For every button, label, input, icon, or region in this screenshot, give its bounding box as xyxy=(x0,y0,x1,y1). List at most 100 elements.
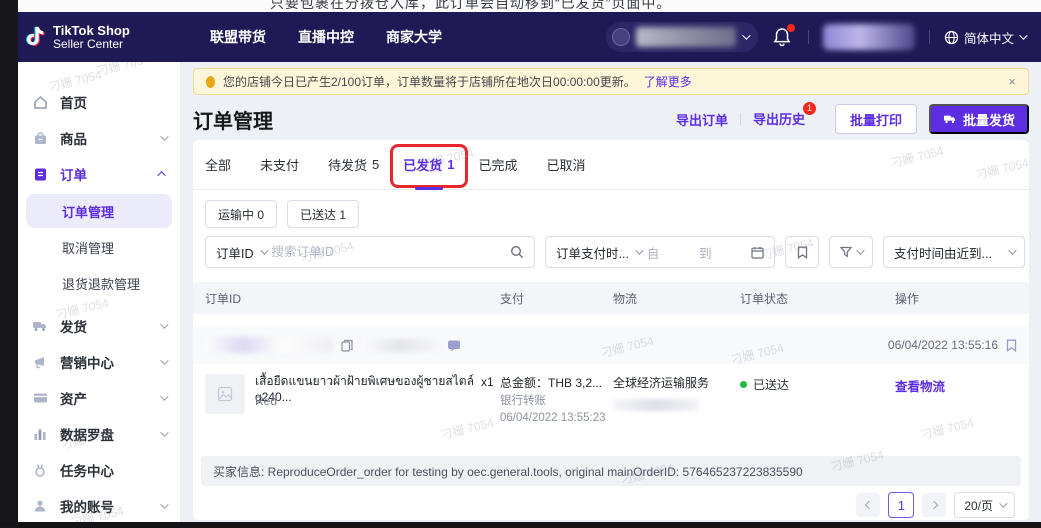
megaphone-icon xyxy=(32,354,48,370)
chevron-down-icon xyxy=(160,356,168,364)
chevron-down-icon xyxy=(260,246,268,254)
redacted-shop-name xyxy=(636,27,736,47)
view-logistics-link[interactable]: 查看物流 xyxy=(895,376,945,395)
main-content: 您的店铺今日已产生2/100订单，订单数量将于店铺所在地次日00:00:00更新… xyxy=(180,62,1041,528)
flag-icon[interactable] xyxy=(1006,339,1017,352)
tab-to-ship[interactable]: 待发货5 xyxy=(328,140,379,190)
date-to-placeholder[interactable]: 到 xyxy=(699,243,712,262)
notification-dot xyxy=(787,24,795,32)
chevron-down-icon xyxy=(160,132,168,140)
tab-all[interactable]: 全部 xyxy=(205,140,236,190)
sidebar-item-cancellation-management[interactable]: 取消管理 xyxy=(26,230,172,264)
nav-seller-university[interactable]: 商家大学 xyxy=(386,27,442,47)
sidebar-item-assets[interactable]: 资产 xyxy=(18,380,180,416)
sort-label: 支付时间由近到... xyxy=(894,243,992,262)
learn-more-link[interactable]: 了解更多 xyxy=(644,73,692,90)
saved-filter-button[interactable] xyxy=(785,236,819,268)
ship-truck-icon xyxy=(943,113,957,125)
logo-text: TikTok Shop Seller Center xyxy=(53,24,130,50)
tiktok-logo-icon xyxy=(24,25,46,49)
tab-cancelled[interactable]: 已取消 xyxy=(547,140,591,190)
notification-banner: 您的店铺今日已产生2/100订单，订单数量将于店铺所在地次日00:00:00更新… xyxy=(193,68,1029,95)
shipping-sub-filters: 运输中 0 已送达 1 xyxy=(205,200,359,228)
sidebar-item-orders[interactable]: 订单 xyxy=(18,156,180,192)
orders-card: 全部 未支付 待发货5 已发货1 已完成 已取消 运输中 0 已送达 1 订单I… xyxy=(193,140,1029,520)
tab-unpaid[interactable]: 未支付 xyxy=(260,140,304,190)
product-thumbnail[interactable] xyxy=(205,374,245,414)
products-icon xyxy=(32,130,48,146)
logo-line2: Seller Center xyxy=(53,38,130,51)
chevron-down-icon xyxy=(160,320,168,328)
nav-live-console[interactable]: 直播中控 xyxy=(298,27,354,47)
chevron-down-icon xyxy=(999,499,1007,507)
date-range-picker[interactable]: 订单支付时... 自 到 xyxy=(545,236,775,268)
sidebar-item-order-management[interactable]: 订单管理 xyxy=(26,194,172,228)
screen-left-edge xyxy=(0,0,18,528)
user-icon xyxy=(32,498,48,514)
language-label: 简体中文 xyxy=(964,28,1014,47)
globe-icon xyxy=(944,30,959,45)
sidebar-item-shipping[interactable]: 发货 xyxy=(18,308,180,344)
sidebar-item-products[interactable]: 商品 xyxy=(18,120,180,156)
copy-icon[interactable] xyxy=(341,339,353,352)
next-page-button[interactable] xyxy=(922,493,946,517)
tab-completed[interactable]: 已完成 xyxy=(479,140,523,190)
sidebar-item-return-refund[interactable]: 退货退款管理 xyxy=(26,266,172,300)
total-value: THB 3,2... xyxy=(548,376,602,390)
notifications-button[interactable] xyxy=(772,26,794,48)
nav-affiliate[interactable]: 联盟带货 xyxy=(210,27,266,47)
chevron-left-icon xyxy=(865,501,873,509)
export-history-link[interactable]: 导出历史 xyxy=(753,112,805,127)
payment-cell: 总金额：THB 3,2... 银行转账 06/04/2022 13:55:23 xyxy=(500,374,610,428)
close-icon[interactable]: × xyxy=(1008,74,1016,89)
sidebar-item-home[interactable]: 首页 xyxy=(18,84,180,120)
order-status-cell: 已送达 xyxy=(740,376,789,393)
product-name[interactable]: เสื้อยืดแขนยาวผ้าฝ้ายพิเศษของผู้ชายสไตล์… xyxy=(255,374,485,405)
search-type-label[interactable]: 订单ID xyxy=(216,243,254,262)
batch-print-button[interactable]: 批量打印 xyxy=(835,104,917,134)
banner-text: 您的店铺今日已产生2/100订单，订单数量将于店铺所在地次日00:00:00更新… xyxy=(223,73,636,90)
sidebar-item-tasks[interactable]: 任务中心 xyxy=(18,452,180,488)
prev-page-button[interactable] xyxy=(856,493,880,517)
chevron-right-icon xyxy=(930,501,938,509)
sidebar-item-analytics[interactable]: 数据罗盘 xyxy=(18,416,180,452)
chevron-down-icon xyxy=(742,31,750,39)
filter-bar: 订单ID 订单支付时... 自 到 xyxy=(205,236,1025,268)
chevron-up-icon xyxy=(157,171,165,179)
tab-shipped[interactable]: 已发货1 xyxy=(403,140,454,190)
sidebar-item-account[interactable]: 我的账号 xyxy=(18,488,180,524)
payment-time: 06/04/2022 13:55:23 xyxy=(500,410,610,428)
filter-button[interactable] xyxy=(829,236,873,268)
chip-delivered[interactable]: 已送达 1 xyxy=(287,200,359,228)
table-header: 订单ID 支付 物流 订单状态 操作 xyxy=(193,282,1029,314)
tiktok-shop-logo[interactable]: TikTok Shop Seller Center xyxy=(24,24,174,50)
shipping-service: 全球经济运输服务 xyxy=(613,374,733,391)
time-type-label[interactable]: 订单支付时... xyxy=(556,243,629,262)
date-from-placeholder[interactable]: 自 xyxy=(647,243,660,262)
page-size-selector[interactable]: 20/页 xyxy=(954,492,1015,518)
export-orders-link[interactable]: 导出订单 xyxy=(676,110,728,129)
col-order-status: 订单状态 xyxy=(740,290,788,307)
calendar-icon xyxy=(751,246,764,259)
sidebar-item-marketing[interactable]: 营销中心 xyxy=(18,344,180,380)
col-logistics: 物流 xyxy=(613,290,637,307)
card-icon xyxy=(32,390,48,406)
chat-icon[interactable] xyxy=(447,339,461,352)
batch-ship-button[interactable]: 批量发货 xyxy=(929,104,1029,134)
search-icon[interactable] xyxy=(510,245,524,259)
search-input[interactable] xyxy=(272,245,504,259)
current-page-button[interactable]: 1 xyxy=(888,492,914,518)
total-label: 总金额： xyxy=(500,376,548,390)
page-header: 订单管理 导出订单 导出历史 1 批量打印 批量发货 xyxy=(193,100,1029,138)
shop-selector[interactable] xyxy=(606,22,758,52)
order-created-time: 06/04/2022 13:55:16 xyxy=(888,338,998,352)
top-navbar: TikTok Shop Seller Center 联盟带货 直播中控 商家大学 xyxy=(0,12,1041,62)
divider xyxy=(929,30,930,44)
sidebar: 首页 商品 订单 订单管理 取消管理 退货退款管理 发货 xyxy=(18,62,180,528)
redacted-user-name xyxy=(823,24,915,50)
language-selector[interactable]: 简体中文 xyxy=(944,28,1025,47)
chevron-down-icon xyxy=(1008,246,1016,254)
chip-in-transit[interactable]: 运输中 0 xyxy=(205,200,277,228)
alert-dot-icon xyxy=(206,76,215,88)
sort-selector[interactable]: 支付时间由近到... xyxy=(883,236,1025,268)
